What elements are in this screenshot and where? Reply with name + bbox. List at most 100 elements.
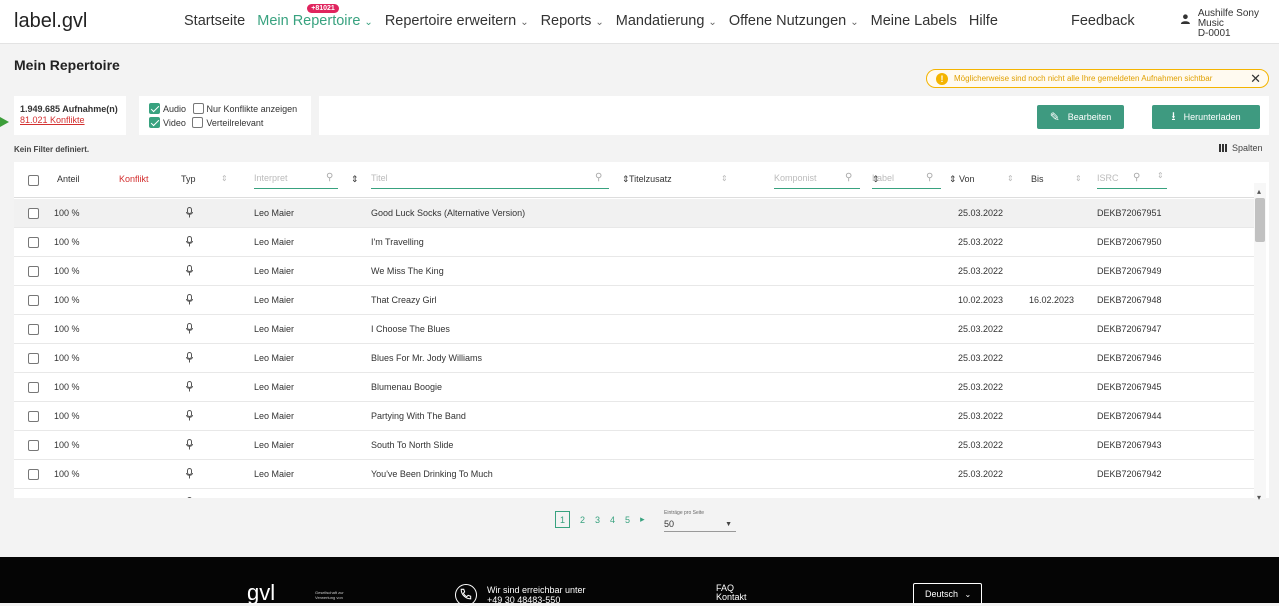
columns-button[interactable]: Spalten xyxy=(1219,143,1263,153)
cell-from: 25.03.2022 xyxy=(958,353,1004,363)
cell-share: 100 % xyxy=(54,382,80,392)
user-icon xyxy=(1180,14,1190,24)
nav-item[interactable]: Reports ⌄ xyxy=(541,13,604,29)
cell-isrc: DEKB72067948 xyxy=(1097,295,1162,305)
user-menu[interactable]: Aushilfe Sony Music D-0001 xyxy=(1180,9,1279,39)
page-link[interactable]: 4 xyxy=(610,515,615,525)
cell-share: 100 % xyxy=(54,411,80,421)
page-link[interactable]: 5 xyxy=(625,515,630,525)
select-all-checkbox[interactable] xyxy=(28,175,39,186)
contact-link[interactable]: Kontakt xyxy=(716,593,747,602)
cell-share: 100 % xyxy=(54,208,80,218)
warning-icon: ! xyxy=(936,72,948,85)
sort-icon[interactable]: ⇕ xyxy=(949,174,957,185)
microphone-icon xyxy=(186,352,193,363)
column-from[interactable]: Von ⇕ xyxy=(959,174,1019,184)
cell-from: 25.03.2022 xyxy=(958,237,1004,247)
column-title-addition[interactable]: Titelzusatz ⇕ xyxy=(629,174,729,184)
column-conflict[interactable]: Konflikt xyxy=(119,174,149,184)
table-row[interactable]: 100 % Leo Maier I'm Travelling 25.03.2022 DE… xyxy=(14,228,1254,257)
table-row[interactable]: 100 % Leo Maier You've Been Drinking To Mu… xyxy=(14,460,1254,489)
microphone-icon xyxy=(187,497,192,498)
app-logo[interactable]: label.gvl xyxy=(14,10,87,33)
distribution-relevant-checkbox[interactable] xyxy=(192,117,204,128)
cell-isrc: DEKB72067943 xyxy=(1097,440,1162,450)
conflicts-only-label: Nur Konflikte anzeigen xyxy=(206,104,298,114)
conflicts-link[interactable]: 81.021 Konflikte xyxy=(20,115,85,125)
row-checkbox[interactable] xyxy=(28,382,39,393)
conflicts-only-checkbox[interactable] xyxy=(192,103,204,114)
row-checkbox[interactable] xyxy=(28,266,39,277)
title-filter-input[interactable]: Titel ⚲ xyxy=(371,171,609,189)
cell-title: Good Luck Socks (Alternative Version) xyxy=(371,208,526,218)
scroll-up-icon[interactable]: ▴ xyxy=(1257,187,1261,196)
composer-filter-input[interactable]: Komponist ⚲ xyxy=(774,171,860,189)
table-row[interactable]: 100 % Leo Maier I Choose The Blues 25.03.20… xyxy=(14,315,1254,344)
nav-item[interactable]: Repertoire erweitern ⌄ xyxy=(385,13,529,29)
scrollbar-thumb[interactable] xyxy=(1255,198,1265,242)
entries-per-page-select[interactable]: Einträge pro Seite 50 ▼ xyxy=(664,510,736,532)
feedback-link[interactable]: Feedback xyxy=(1071,13,1135,29)
next-page-icon[interactable]: ▸ xyxy=(640,514,645,525)
column-title-addition-label: Titelzusatz xyxy=(629,174,672,184)
cell-from: 25.03.2022 xyxy=(958,208,1004,218)
row-checkbox[interactable] xyxy=(28,440,39,451)
row-checkbox[interactable] xyxy=(28,208,39,219)
table-row[interactable]: 100 %Leo MaierGood Luck Socks25.03.2022D… xyxy=(14,489,1254,498)
cell-share: 100 % xyxy=(54,266,80,276)
scroll-down-icon[interactable]: ▾ xyxy=(1257,493,1261,502)
artist-filter-input[interactable]: Interpret ⚲ xyxy=(254,171,338,189)
row-checkbox[interactable] xyxy=(28,237,39,248)
nav-item[interactable]: Mein Repertoire ⌄ +81021 xyxy=(257,4,373,29)
download-button[interactable]: ⭳ Herunterladen xyxy=(1152,105,1260,129)
phone-number[interactable]: +49 30 48483-550 xyxy=(487,595,586,605)
table-row[interactable]: 100 % Leo Maier South To North Slide 25.03.… xyxy=(14,431,1254,460)
table-row[interactable]: 100 % Leo Maier Blues For Mr. Jody William… xyxy=(14,344,1254,373)
label-filter-input[interactable]: Label ⚲ xyxy=(872,171,941,189)
table-row[interactable]: 100 % Leo Maier We Miss The King 25.03.2022… xyxy=(14,257,1254,286)
cell-isrc: DEKB72067946 xyxy=(1097,353,1162,363)
column-type[interactable]: Typ ⇕ xyxy=(181,174,231,184)
nav-item[interactable]: Meine Labels xyxy=(871,13,957,29)
table-row[interactable]: 100 % Leo Maier Blumenau Boogie 25.03.2022 D… xyxy=(14,373,1254,402)
nav-item[interactable]: Offene Nutzungen ⌄ xyxy=(729,13,859,29)
nav-item-label: Meine Labels xyxy=(870,13,957,29)
nav-item-label: Mein Repertoire xyxy=(257,13,361,29)
column-to[interactable]: Bis ⇕ xyxy=(1031,174,1091,184)
video-checkbox[interactable] xyxy=(149,117,160,128)
column-to-label: Bis xyxy=(1031,174,1044,184)
cell-artist: Leo Maier xyxy=(254,295,295,305)
sort-icon[interactable]: ⇕ xyxy=(351,174,359,185)
nav-item[interactable]: Mandatierung ⌄ xyxy=(616,13,717,29)
row-checkbox[interactable] xyxy=(28,295,39,306)
isrc-filter-input[interactable]: ISRC ⚲ ⇕ xyxy=(1097,171,1167,189)
cell-artist: Leo Maier xyxy=(254,237,295,247)
edit-button[interactable]: ✎ Bearbeiten xyxy=(1037,105,1124,129)
language-select[interactable]: Deutsch ⌄ xyxy=(913,583,982,605)
nav-item-label: Hilfe xyxy=(968,13,998,29)
column-share[interactable]: Anteil xyxy=(57,174,80,184)
table-row[interactable]: 100 % Leo Maier Partying With The Band 25.0… xyxy=(14,402,1254,431)
nav-item[interactable]: Hilfe xyxy=(969,13,998,29)
nav-item[interactable]: Startseite xyxy=(184,13,245,29)
sort-icon: ⇕ xyxy=(221,174,228,183)
download-icon: ⭳ xyxy=(1171,108,1176,123)
row-checkbox[interactable] xyxy=(28,353,39,364)
conflict-count-badge: +81021 xyxy=(307,4,339,13)
page-link[interactable]: 2 xyxy=(580,515,585,525)
chevron-down-icon: ⌄ xyxy=(364,17,373,28)
cell-title: Blues For Mr. Jody Williams xyxy=(371,353,483,363)
page-link[interactable]: 3 xyxy=(595,515,600,525)
footer-logo[interactable]: gvl xyxy=(247,580,275,606)
row-checkbox[interactable] xyxy=(28,411,39,422)
page-link[interactable]: 1 xyxy=(555,511,570,528)
audio-checkbox[interactable] xyxy=(149,103,160,114)
table-row[interactable]: 100 % Leo Maier Good Luck Socks (Alternati… xyxy=(14,199,1254,228)
page-title: Mein Repertoire xyxy=(14,57,120,73)
row-checkbox[interactable] xyxy=(28,469,39,480)
table-row[interactable]: 100 % Leo Maier That Creazy Girl 10.02.2023… xyxy=(14,286,1254,315)
cell-artist: Leo Maier xyxy=(254,382,295,392)
row-checkbox[interactable] xyxy=(28,324,39,335)
close-icon[interactable]: ✕ xyxy=(1250,71,1261,87)
nav-item-label: Repertoire erweitern xyxy=(384,13,517,29)
